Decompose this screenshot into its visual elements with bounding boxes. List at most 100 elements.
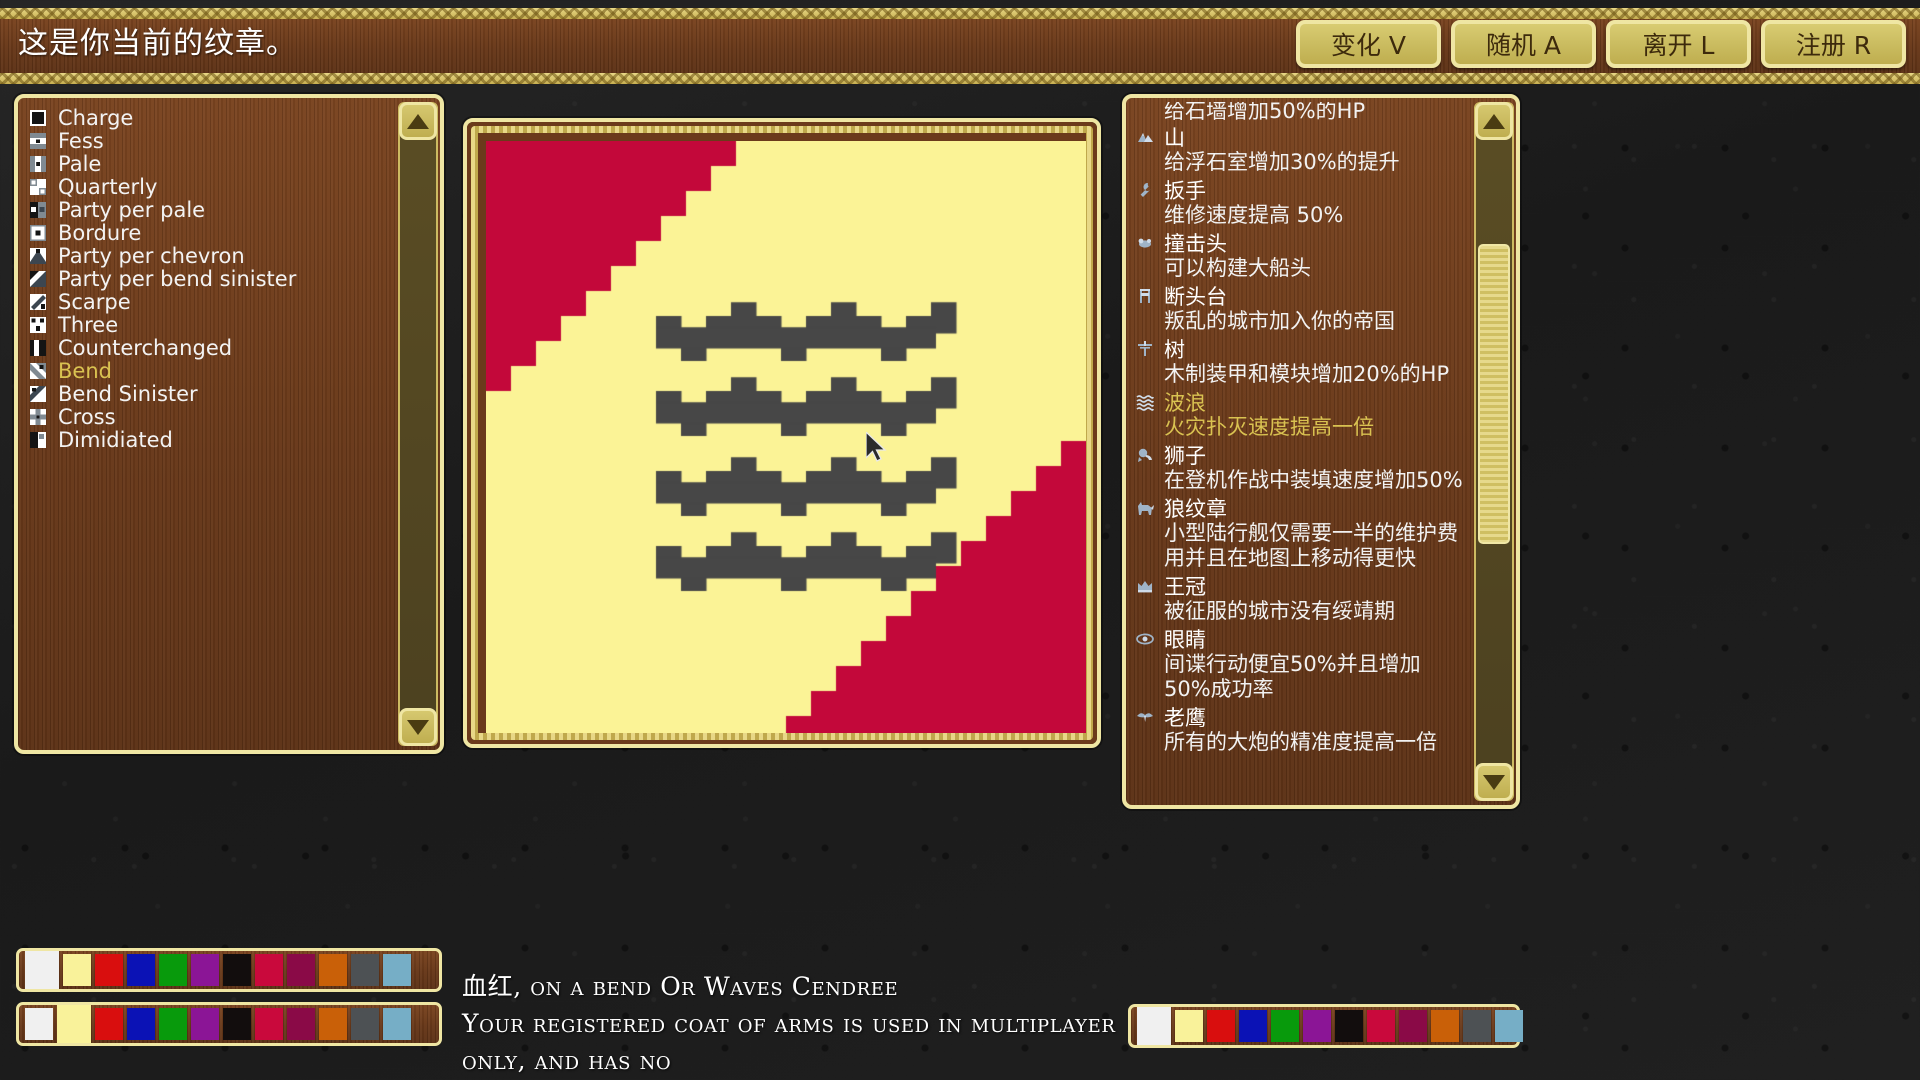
emblem-bonus-item[interactable]: 撞击头 可以构建大船头 (1136, 230, 1466, 281)
foreground-color-swatch-5[interactable] (191, 954, 219, 986)
guillotine-icon (1140, 289, 1150, 303)
charge-layout-item-cross[interactable]: Cross (30, 405, 394, 429)
emblem-bonus-item-header[interactable]: 老鹰 (1136, 704, 1466, 730)
emblem-bonus-item-header[interactable]: 眼睛 (1136, 626, 1466, 652)
charge-layout-item-party-per-bend-sinister[interactable]: Party per bend sinister (30, 267, 394, 291)
secondary-color-swatch-3[interactable] (1239, 1010, 1267, 1042)
foreground-color-swatch-3[interactable] (127, 954, 155, 986)
secondary-color-swatch-7[interactable] (1367, 1010, 1395, 1042)
charge-layout-item-pale[interactable]: Pale (30, 151, 394, 176)
register-button[interactable]: 注册 R (1761, 20, 1906, 68)
charge-layout-item-bend-sinister[interactable]: Bend Sinister (30, 382, 394, 406)
secondary-color-swatch-2[interactable] (1207, 1010, 1235, 1042)
background-color-swatch-0[interactable] (25, 1008, 53, 1040)
three-glyph (30, 316, 46, 333)
emblem-bonus-item-header[interactable]: 狼纹章 (1136, 495, 1466, 521)
emblem-bonus-item[interactable]: 扳手 维修速度提高 50% (1136, 177, 1466, 228)
emblem-bonus-list[interactable]: 给石墙增加50%的HP 山给浮石室增加30%的提升 扳手 维修速度提高 50% 撞击头… (1126, 98, 1472, 805)
emblem-bonus-item[interactable]: 狼纹章 小型陆行舰仅需要一半的维护费用并且在地图上移动得更快 (1136, 495, 1466, 571)
secondary-color-swatch-4[interactable] (1271, 1010, 1299, 1042)
emblem-bonus-item[interactable]: 波浪 火灾扑灭速度提高一倍 (1136, 389, 1466, 440)
cross-glyph (30, 408, 46, 425)
charge-layout-item-counterchanged[interactable]: Counterchanged (30, 336, 394, 360)
charge-layout-item-quarterly[interactable]: Quarterly (30, 175, 394, 199)
secondary-color-swatch-6[interactable] (1335, 1010, 1363, 1042)
emblem-bonus-item[interactable]: 山给浮石室增加30%的提升 (1136, 124, 1466, 175)
charge-layout-item-charge[interactable]: Charge (30, 106, 394, 130)
right-scroll-up-button[interactable] (1475, 102, 1513, 140)
charge-layout-item-bordure[interactable]: Bordure (30, 221, 394, 245)
secondary-color-swatch-8[interactable] (1399, 1010, 1427, 1042)
emblem-bonus-item-header[interactable]: 扳手 (1136, 177, 1466, 203)
emblem-bonus-item-title: 王冠 (1164, 575, 1206, 599)
background-color-swatch-11[interactable] (383, 1008, 411, 1040)
right-scroll-down-button[interactable] (1475, 763, 1513, 801)
left-scroll-up-button[interactable] (399, 102, 437, 140)
emblem-bonus-item-header[interactable]: 树 (1136, 336, 1466, 362)
left-scroll-down-button[interactable] (399, 708, 437, 746)
emblem-bonus-item[interactable]: 眼睛 间谍行动便宜50%并且增加50%成功率 (1136, 626, 1466, 702)
emblem-bonus-item-header[interactable]: 断头台 (1136, 283, 1466, 309)
background-color-swatch-2[interactable] (95, 1008, 123, 1040)
change-button[interactable]: 变化 V (1296, 20, 1441, 68)
charge-layout-item-fess[interactable]: Fess (30, 129, 394, 153)
secondary-color-swatch-9[interactable] (1431, 1010, 1459, 1042)
charge-layout-item-three[interactable]: Three (30, 313, 394, 337)
foreground-color-swatch-1[interactable] (63, 954, 91, 986)
left-scrollbar[interactable] (398, 102, 438, 746)
bend-sin-glyph (30, 385, 46, 402)
emblem-bonus-item[interactable]: 树木制装甲和模块增加20%的HP (1136, 336, 1466, 387)
emblem-bonus-item-header[interactable]: 撞击头 (1136, 230, 1466, 256)
background-color-swatch-9[interactable] (319, 1008, 347, 1040)
top-bar-actions: 变化 V 随机 A 离开 L 注册 R (1296, 20, 1906, 68)
charge-layout-item-party-per-pale[interactable]: Party per pale (30, 198, 394, 222)
right-scrollbar[interactable] (1474, 102, 1514, 801)
secondary-color-swatch-0[interactable] (1137, 1007, 1171, 1045)
emblem-bonus-item[interactable]: 狮子 在登机作战中装填速度增加50% (1136, 442, 1466, 493)
secondary-color-swatch-10[interactable] (1463, 1010, 1491, 1042)
background-color-palette[interactable] (16, 1002, 442, 1046)
charge-layout-item-scarpe[interactable]: Scarpe (30, 290, 394, 314)
foreground-color-palette[interactable] (16, 948, 442, 992)
emblem-bonus-item[interactable]: 老鹰 所有的大炮的精准度提高一倍 (1136, 704, 1466, 755)
emblem-bonus-item-header[interactable]: 狮子 (1136, 442, 1466, 468)
background-color-swatch-5[interactable] (191, 1008, 219, 1040)
background-color-swatch-1[interactable] (57, 1005, 91, 1043)
top-bar: 这是你当前的纹章。 变化 V 随机 A 离开 L 注册 R (0, 0, 1920, 92)
foreground-color-swatch-2[interactable] (95, 954, 123, 986)
foreground-color-swatch-4[interactable] (159, 954, 187, 986)
foreground-color-swatch-8[interactable] (287, 954, 315, 986)
coat-of-arms-canvas[interactable] (486, 141, 1086, 733)
charge-layout-item-dimidiated[interactable]: Dimidiated (30, 428, 394, 452)
background-color-swatch-7[interactable] (255, 1008, 283, 1040)
charge-layout-item-bend[interactable]: Bend (30, 359, 394, 383)
coat-of-arms-preview[interactable] (463, 118, 1101, 748)
foreground-color-swatch-7[interactable] (255, 954, 283, 986)
emblem-bonus-item-header[interactable]: 山 (1136, 124, 1466, 150)
secondary-color-swatch-5[interactable] (1303, 1010, 1331, 1042)
secondary-color-swatch-11[interactable] (1495, 1010, 1523, 1042)
right-scrollbar-thumb[interactable] (1478, 244, 1510, 544)
foreground-color-swatch-9[interactable] (319, 954, 347, 986)
foreground-color-swatch-10[interactable] (351, 954, 379, 986)
emblem-bonus-item-title: 狮子 (1164, 444, 1206, 468)
secondary-color-palette[interactable] (1128, 1004, 1523, 1048)
emblem-bonus-item[interactable]: 断头台 叛乱的城市加入你的帝国 (1136, 283, 1466, 334)
charge-layout-item-party-per-chevron[interactable]: Party per chevron (30, 244, 394, 268)
leave-button[interactable]: 离开 L (1606, 20, 1751, 68)
charge-layout-item-label: Pale (58, 151, 102, 176)
charge-layout-list[interactable]: Charge Fess Pale Quarterly Party per pale Bor… (18, 98, 394, 750)
background-color-swatch-10[interactable] (351, 1008, 379, 1040)
foreground-color-swatch-6[interactable] (223, 954, 251, 986)
background-color-swatch-8[interactable] (287, 1008, 315, 1040)
secondary-color-swatch-1[interactable] (1175, 1010, 1203, 1042)
emblem-bonus-item-header[interactable]: 王冠 (1136, 573, 1466, 599)
random-button[interactable]: 随机 A (1451, 20, 1596, 68)
foreground-color-swatch-11[interactable] (383, 954, 411, 986)
emblem-bonus-item-header[interactable]: 波浪 (1136, 389, 1466, 415)
background-color-swatch-4[interactable] (159, 1008, 187, 1040)
background-color-swatch-3[interactable] (127, 1008, 155, 1040)
background-color-swatch-6[interactable] (223, 1008, 251, 1040)
emblem-bonus-item[interactable]: 王冠 被征服的城市没有绥靖期 (1136, 573, 1466, 624)
foreground-color-swatch-0[interactable] (25, 951, 59, 989)
